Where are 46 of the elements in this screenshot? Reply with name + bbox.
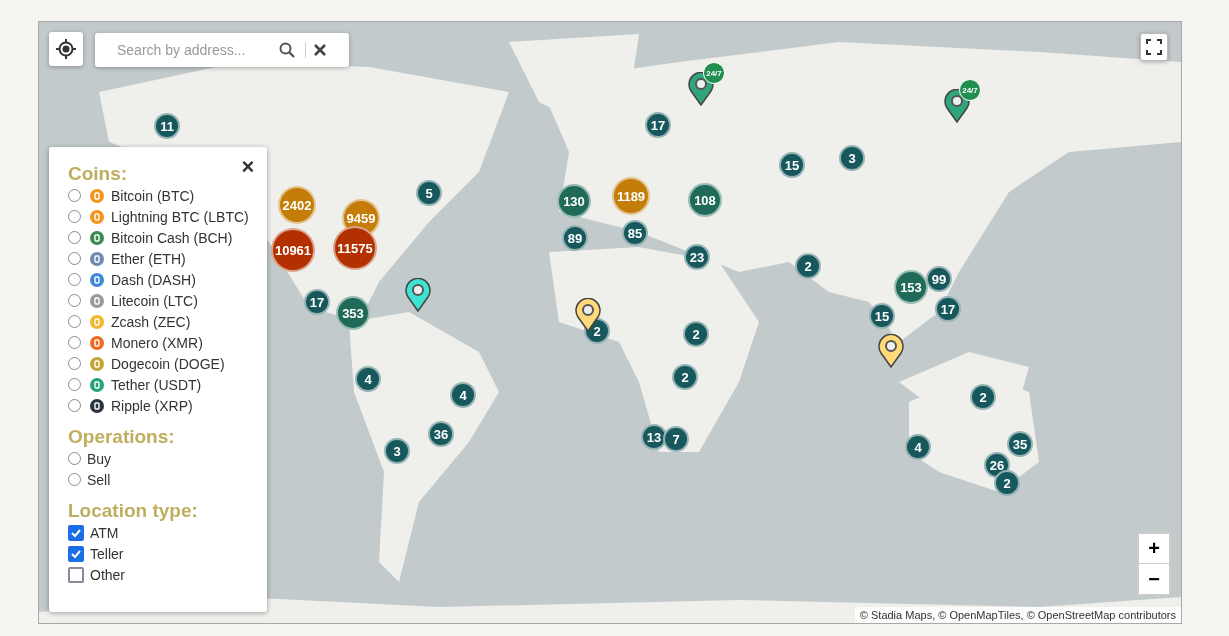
radio-button[interactable] [68, 473, 81, 486]
filter-label: Litecoin (LTC) [111, 292, 198, 309]
section-heading: Operations: [68, 426, 175, 448]
radio-button[interactable] [68, 294, 81, 307]
map-pin-icon[interactable] [878, 334, 904, 368]
radio-button[interactable] [68, 231, 81, 244]
locate-icon[interactable] [49, 32, 83, 66]
filter-label: ATM [90, 524, 119, 541]
section-heading: Location type: [68, 500, 198, 522]
radio-button[interactable] [68, 399, 81, 412]
radio-button[interactable] [68, 210, 81, 223]
radio-button[interactable] [68, 357, 81, 370]
radio-button[interactable] [68, 452, 81, 465]
filter-label: Lightning BTC (LBTC) [111, 208, 249, 225]
radio-button[interactable] [68, 252, 81, 265]
radio-button[interactable] [68, 336, 81, 349]
close-icon[interactable] [314, 44, 326, 56]
radio-button[interactable] [68, 315, 81, 328]
filter-label: Teller [90, 545, 124, 562]
section-heading: Coins: [68, 163, 128, 185]
search-icon[interactable] [279, 42, 295, 58]
filter-label: Monero (XMR) [111, 334, 203, 351]
checkbox[interactable] [68, 524, 84, 541]
fullscreen-icon[interactable] [1140, 33, 1168, 61]
filter-label: Sell [87, 471, 111, 488]
checkbox[interactable] [68, 566, 84, 583]
close-button[interactable]: × [239, 157, 257, 177]
filter-label: Ripple (XRP) [111, 397, 193, 414]
filter-label: Bitcoin Cash (BCH) [111, 229, 233, 246]
filter-label: Buy [87, 450, 112, 467]
zoom-in-button[interactable]: + [1139, 534, 1169, 564]
search-field[interactable]: Search by address... [115, 41, 279, 59]
radio-button[interactable] [68, 189, 81, 202]
radio-button[interactable] [68, 378, 81, 391]
search-bar[interactable]: Search by address... [95, 33, 349, 67]
filter-label: Dogecoin (DOGE) [111, 355, 225, 372]
filter-label: Zcash (ZEC) [111, 313, 191, 330]
checkbox[interactable] [68, 545, 84, 562]
filter-label: Tether (USDT) [111, 376, 202, 393]
filter-label: Other [90, 566, 125, 583]
filter-label: Bitcoin (BTC) [111, 187, 195, 204]
map-pin-icon[interactable] [405, 278, 431, 312]
filter-label: Dash (DASH) [111, 271, 196, 288]
attribution: © Stadia Maps, © OpenMapTiles, © OpenStreetMap contributors [854, 607, 1181, 623]
filter-label: Ether (ETH) [111, 250, 186, 267]
radio-button[interactable] [68, 273, 81, 286]
